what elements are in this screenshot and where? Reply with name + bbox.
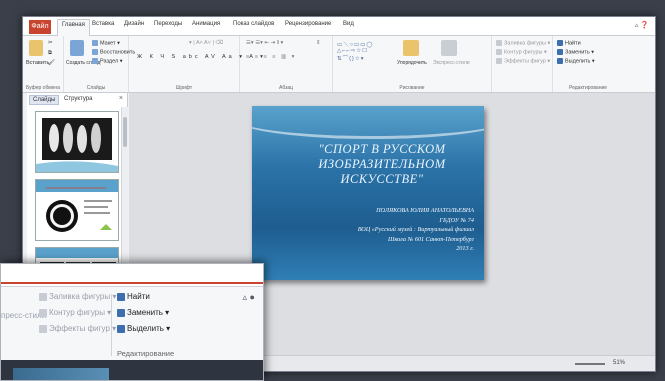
shape-format-group: Заливка фигуры ▾ Контур фигуры ▾ Эффекты… [492,36,553,92]
new-slide-icon[interactable] [70,40,84,56]
tab-slides[interactable]: Слайды [29,95,60,105]
overlay-fill-icon [39,292,47,301]
greek-vase-picture [36,180,118,232]
paste-button[interactable]: Вставить [26,60,49,66]
font-label: Шрифт [175,85,193,91]
tab-outline[interactable]: Структура [61,95,95,103]
overlay-editing-label: Редактирование [117,349,175,358]
paste-icon[interactable] [29,40,43,56]
overlay-accent-line [1,282,263,284]
tab-design[interactable]: Дизайн [124,21,144,27]
layout-button[interactable]: Макет ▾ [92,40,120,46]
overlay-replace-button[interactable]: Заменить ▾ [117,308,169,317]
text-direction-icon[interactable]: ⇕ [316,40,321,46]
copy-icon[interactable]: ⧉ [48,50,52,57]
layout-icon [92,40,98,46]
section-icon [92,58,98,64]
shape-fill-button[interactable]: Заливка фигуры ▾ [496,40,550,46]
zoom-slider[interactable] [575,363,605,365]
drawing-group: ▭＼○▭▭◯ △⌐⌐⇨☆☐ ⇅⌒{}☆▾ Упорядочить Экспресс-… [333,36,492,92]
author-name: ПОЛЯКОВА ЮЛИЯ АНАТОЛЬЕВНА [376,207,474,214]
shape-effects-button[interactable]: Эффекты фигур ▾ [496,58,550,64]
tab-animation[interactable]: Анимация [192,21,220,27]
shape-outline-icon [496,49,502,55]
program-name: ВОЦ «Русский музей : Виртуальный филиал [357,226,474,233]
overlay-shape-fill-button[interactable]: Заливка фигуры ▾ [39,292,116,301]
slide-thumbnail-2[interactable] [35,179,119,241]
clipboard-label: Буфер обмена [26,85,60,91]
current-slide[interactable]: "СПОРТ В РУССКОМ ИЗОБРАЗИТЕЛЬНОМ ИСКУССТ… [252,106,484,280]
reset-icon [92,49,98,55]
slide-subtitle[interactable]: ПОЛЯКОВА ЮЛИЯ АНАТОЛЬЕВНА ГБДОУ № 74 ВОЦ… [284,206,474,254]
ribbon-collapse-icon[interactable]: ▵ ● [243,292,255,303]
overlay-select-button[interactable]: Выделить ▾ [117,324,170,333]
paragraph-group: ☰▾ ☰▾ ⇤ ⇥ ‖ ▾ ≡ ≡ ≡ ≡ ▥ ▾ ⇕ Абзац [240,36,333,92]
slide-thumbnail-1[interactable] [35,111,119,173]
cut-icon[interactable]: ✂ [48,40,53,46]
font-size-box[interactable]: ▾ | A˄ A˅ | ⌫ [189,40,223,46]
slides-label: Слайды [86,85,106,91]
zoom-level[interactable]: 51% [613,360,625,366]
school-name: Школа № 601 Санкт-Петербург [388,235,474,243]
drawing-label: Рисование [399,85,425,91]
organization: ГБДОУ № 74 [439,216,474,224]
overlay-find-icon [117,292,125,301]
section-button[interactable]: Раздел ▾ [92,58,122,64]
year: 2013 г. [456,245,474,252]
editing-label: Редактирование [568,85,608,91]
shapes-gallery[interactable]: ▭＼○▭▭◯ △⌐⌐⇨☆☐ ⇅⌒{}☆▾ [337,40,374,62]
zoomed-ribbon-overlay: ▵ ● пресс-стили Заливка фигуры ▾ Контур … [0,263,264,381]
quick-styles-button[interactable]: Экспресс-стили [433,60,470,66]
arrange-button[interactable]: Упорядочить [397,60,427,66]
overlay-taskbar-preview [13,368,109,380]
select-icon [557,58,563,64]
quick-styles-icon[interactable] [441,40,457,56]
slide-title[interactable]: "СПОРТ В РУССКОМ ИЗОБРАЗИТЕЛЬНОМ ИСКУССТ… [292,142,472,187]
paragraph-label: Абзац [278,85,294,91]
file-tab[interactable]: Файл [29,20,51,34]
tab-transitions[interactable]: Переходы [154,21,182,27]
font-group: ▾ | A˄ A˅ | ⌫ Ж К Ч S abc AV Aa ▾ A ▾ Шр… [129,36,263,92]
replace-button[interactable]: Заменить ▾ [557,49,594,55]
tab-insert[interactable]: Вставка [92,21,114,27]
tab-review[interactable]: Рецензирование [285,21,331,27]
shape-fill-icon [496,40,502,46]
clipboard-group: Вставить ✂ ⧉ 🖌 Буфер обмена [23,36,64,92]
format-painter-icon[interactable]: 🖌 [48,60,55,66]
find-icon [557,40,563,46]
slide-wave-decoration [252,106,484,139]
overlay-outline-icon [39,308,47,317]
list-buttons[interactable]: ☰▾ ☰▾ ⇤ ⇥ ‖ ▾ [246,40,283,46]
help-icon[interactable]: ▵ ❓ [635,21,649,29]
athletes-picture [36,112,118,172]
shape-outline-button[interactable]: Контур фигуры ▾ [496,49,547,55]
replace-icon [557,49,563,55]
overlay-effects-icon [39,324,47,333]
overlay-replace-icon [117,308,125,317]
shape-effects-icon [496,58,502,64]
overlay-separator [111,294,112,356]
tab-slideshow[interactable]: Показ слайдов [233,21,274,27]
editing-group: Найти Заменить ▾ Выделить ▾ Редактирован… [553,36,623,92]
select-button[interactable]: Выделить ▾ [557,58,595,64]
overlay-find-button[interactable]: Найти [117,292,150,301]
tab-view[interactable]: Вид [343,21,354,27]
find-button[interactable]: Найти [557,40,581,46]
scrollbar-thumb[interactable] [123,117,127,147]
overlay-shape-effects-button[interactable]: Эффекты фигур ▾ [39,324,116,333]
close-icon[interactable]: × [119,95,123,102]
ribbon-tabs: Файл Главная Вставка Дизайн Переходы Ани… [23,17,655,38]
ribbon-body: Вставить ✂ ⧉ 🖌 Буфер обмена Создать слай… [23,36,655,93]
overlay-shape-outline-button[interactable]: Контур фигуры ▾ [39,308,111,317]
slides-group: Создать слайд Макет ▾ Восстановить Разде… [64,36,135,92]
align-buttons[interactable]: ≡ ≡ ≡ ≡ ▥ ▾ [246,54,296,60]
arrange-icon[interactable] [403,40,419,56]
overlay-select-icon [117,324,125,333]
